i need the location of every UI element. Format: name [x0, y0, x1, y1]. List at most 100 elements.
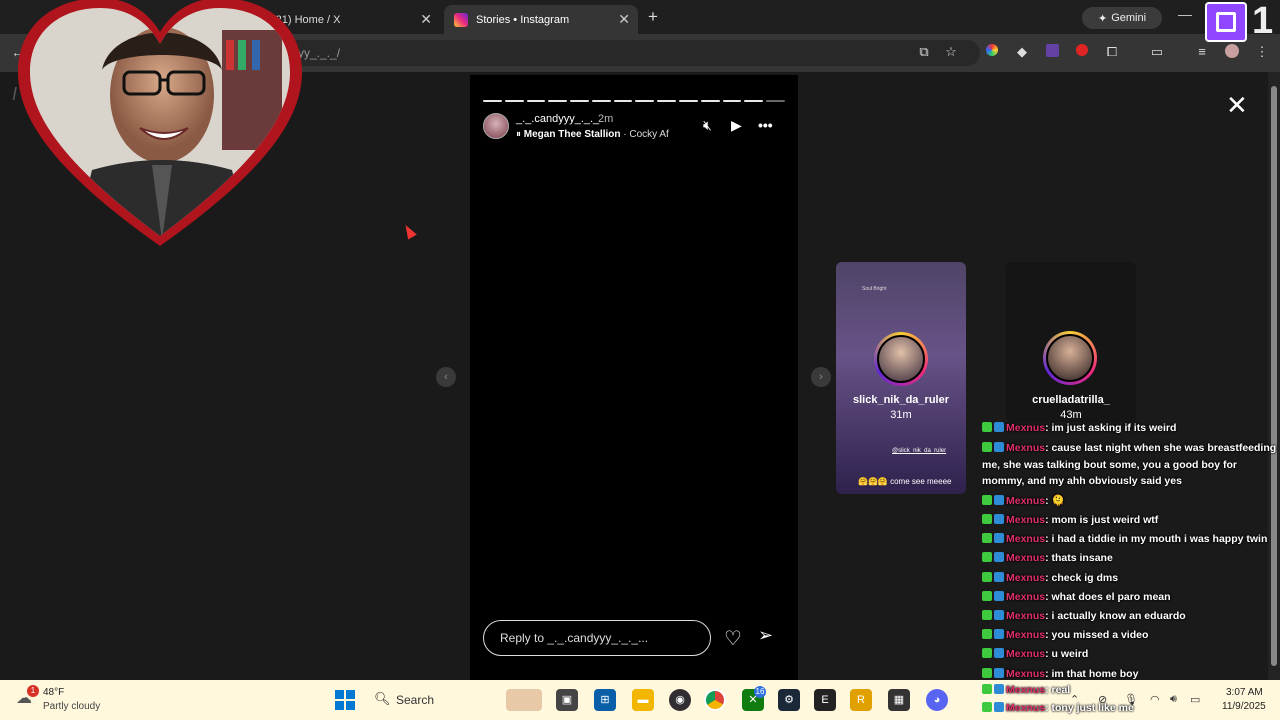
network-tray-icon[interactable]: ⊘: [1098, 693, 1107, 706]
subscriber-badge-icon: [982, 494, 992, 505]
file-explorer-icon[interactable]: ▬: [632, 689, 654, 711]
search-highlight-icon[interactable]: [506, 689, 542, 711]
gemini-label: Gemini: [1111, 12, 1147, 24]
subscriber-badge-icon: [982, 629, 992, 640]
kebab-menu-icon[interactable]: ⋮: [1254, 44, 1270, 60]
twitch-logo: [1205, 2, 1247, 42]
gemini-button[interactable]: ✦ Gemini: [1082, 7, 1162, 29]
vip-badge-icon: [994, 702, 1004, 712]
chat-message: Mexnus: what does el paro mean: [982, 588, 1280, 607]
send-paper-plane-icon[interactable]: ➢: [758, 625, 773, 646]
chat-message: Mexnus: thats insane: [982, 549, 1280, 568]
more-options-icon[interactable]: •••: [758, 117, 773, 133]
chat-message: Mexnus: im just asking if its weird: [982, 419, 1280, 438]
story-avatar[interactable]: [483, 113, 509, 139]
story-viewer[interactable]: [470, 75, 798, 680]
install-app-icon[interactable]: ⧉: [916, 44, 932, 60]
close-tab-icon[interactable]: ✕: [618, 11, 630, 28]
close-tab-icon[interactable]: ✕: [420, 11, 432, 28]
extensions-puzzle-icon[interactable]: ⧠: [1104, 44, 1120, 60]
reading-list-icon[interactable]: ≡: [1194, 44, 1210, 60]
next-story-username: slick_nik_da_ruler: [852, 394, 949, 406]
taskbar-clock-time[interactable]: 3:07 AM: [1226, 687, 1263, 698]
tab-title: Stories • Instagram: [476, 13, 570, 26]
progress-segment: [766, 100, 785, 102]
color-extension-icon[interactable]: [984, 44, 1000, 60]
progress-segment: [613, 100, 633, 102]
music-bars-icon: ⏸: [516, 129, 524, 140]
close-story-icon[interactable]: ✕: [1226, 90, 1248, 121]
obs-icon[interactable]: ◉: [669, 689, 691, 711]
microphone-icon[interactable]: 🎙︎: [1124, 693, 1138, 706]
profile-avatar-icon[interactable]: [1224, 44, 1240, 60]
next-story-preview[interactable]: cruelladatrilla_ 43m: [1006, 262, 1136, 422]
chat-message: Mexnus: 🫠: [982, 492, 1280, 511]
like-heart-icon[interactable]: ♡: [724, 626, 742, 651]
progress-segment: [657, 100, 677, 102]
twitch-number: 1: [1252, 0, 1274, 42]
chat-username: Mexnus: [1006, 590, 1046, 603]
wifi-icon[interactable]: ◠: [1150, 693, 1160, 706]
story-music[interactable]: ⏸ Megan Thee Stallion · Cocky Af: [516, 129, 669, 140]
next-story-preview[interactable]: Soul Bright slick_nik_da_ruler 31m @slic…: [836, 262, 966, 494]
taskbar-clock-date[interactable]: 11/9/2025: [1222, 701, 1266, 712]
subscriber-badge-icon: [982, 422, 992, 432]
progress-segment: [722, 100, 742, 102]
subscriber-badge-icon: [982, 609, 992, 620]
chat-message: Mexnus: check ig dms: [982, 569, 1280, 588]
battery-icon[interactable]: ▭: [1190, 693, 1200, 706]
subscriber-badge-icon: [982, 702, 992, 712]
chat-message: Mexnus: mom is just weird wtf: [982, 511, 1280, 530]
chat-text: u weird: [1051, 648, 1089, 661]
story-avatar: [877, 335, 925, 383]
vip-badge-icon: [994, 513, 1004, 524]
preview-mention: @slick_nik_da_ruler: [892, 448, 947, 454]
search-label: Search: [396, 693, 435, 707]
taskbar-search[interactable]: 🔍︎ Search: [366, 688, 498, 712]
chrome-icon[interactable]: [704, 689, 726, 711]
discord-icon[interactable]: ◕: [926, 689, 948, 711]
tab-instagram-stories[interactable]: Stories • Instagram ✕: [444, 5, 638, 34]
steam-icon[interactable]: ⚙: [778, 689, 800, 711]
new-tab-button[interactable]: +: [648, 7, 658, 27]
chat-text: im that home boy: [1051, 667, 1139, 680]
progress-segment: [744, 100, 764, 102]
next-story-icon[interactable]: ›: [811, 367, 831, 387]
story-username[interactable]: _._.candyyy_._._: [516, 113, 599, 125]
address-bar[interactable]: yy_._._/: [260, 40, 980, 66]
progress-segment: [570, 100, 589, 102]
progress-segment: [483, 100, 502, 102]
diamond-extension-icon[interactable]: ◆: [1014, 44, 1030, 60]
subscriber-badge-icon: [982, 552, 992, 563]
twitch-extension-icon[interactable]: [1044, 44, 1060, 60]
progress-segment: [635, 100, 655, 102]
story-reply-input[interactable]: Reply to _._.candyyy_._._...: [483, 620, 711, 656]
task-view-icon[interactable]: ▣: [556, 689, 578, 711]
chevron-up-icon[interactable]: ⌃: [1070, 693, 1079, 706]
subscriber-badge-icon: [982, 571, 992, 582]
volume-icon[interactable]: 🔊︎: [1170, 693, 1177, 706]
split-view-icon[interactable]: ▭: [1149, 44, 1165, 60]
chat-text: 🫠: [1051, 494, 1065, 507]
rockstar-icon[interactable]: R: [850, 689, 872, 711]
calculator-icon[interactable]: ▦: [888, 689, 910, 711]
red-extension-icon[interactable]: [1074, 44, 1090, 60]
minimize-window-button[interactable]: —: [1178, 6, 1192, 22]
bookmark-star-icon[interactable]: ☆: [943, 44, 959, 60]
play-icon[interactable]: ▶: [731, 117, 742, 134]
progress-segment: [548, 100, 568, 102]
next-story-time: 31m: [890, 409, 912, 421]
chat-username: Mexnus: [1006, 533, 1046, 546]
windows-start-button[interactable]: [335, 690, 355, 710]
chat-message: Mexnus: u weird: [982, 645, 1280, 664]
chat-text: tony just like me: [1051, 702, 1134, 714]
weather-description[interactable]: Partly cloudy: [43, 701, 100, 712]
epic-games-icon[interactable]: E: [814, 689, 836, 711]
vip-badge-icon: [994, 684, 1004, 694]
webcam-overlay: [18, 0, 302, 246]
previous-story-icon[interactable]: ‹: [436, 367, 456, 387]
weather-temperature[interactable]: 48°F: [43, 687, 64, 698]
muted-speaker-icon[interactable]: 🔇︎: [703, 117, 712, 134]
microsoft-store-icon[interactable]: ⊞: [594, 689, 616, 711]
story-header: _._.candyyy_._._ 2m ⏸ Megan Thee Stallio…: [483, 113, 783, 143]
